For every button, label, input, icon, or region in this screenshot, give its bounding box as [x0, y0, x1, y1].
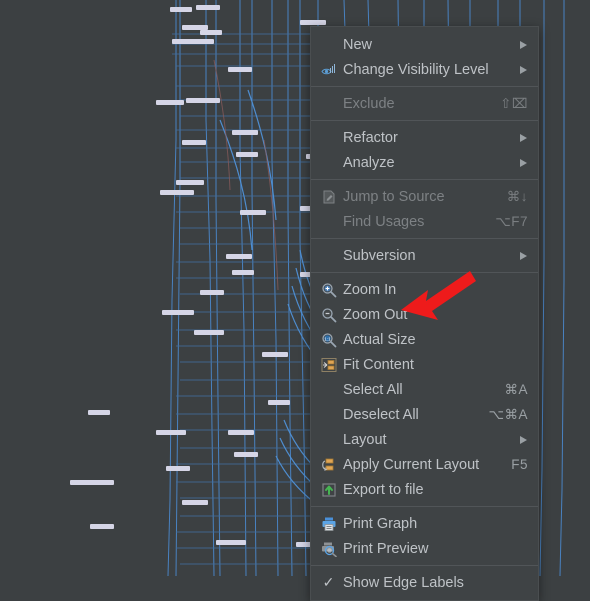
- menu-item-label: Find Usages: [343, 213, 425, 230]
- document-edit-icon: [319, 189, 338, 205]
- menu-item-label: New: [343, 36, 373, 53]
- icon-placeholder: [319, 130, 338, 146]
- icon-placeholder: [319, 37, 338, 53]
- menu-item-print-preview[interactable]: Print Preview: [311, 536, 538, 561]
- menu-item-label: Subversion: [343, 247, 416, 264]
- icon-placeholder: [319, 248, 338, 264]
- menu-item-jump-to-source: Jump to Source ⌘↓: [311, 184, 538, 209]
- zoom-in-icon: [319, 282, 338, 298]
- menu-separator: [311, 565, 538, 566]
- menu-item-zoom-out[interactable]: Zoom Out: [311, 302, 538, 327]
- menu-item-deselect-all[interactable]: Deselect All ⌥⌘A: [311, 402, 538, 427]
- menu-item-label: Exclude: [343, 95, 395, 112]
- icon-placeholder: [319, 382, 338, 398]
- menu-item-layout[interactable]: Layout: [311, 427, 538, 452]
- export-icon: [319, 482, 338, 498]
- actual-size-icon: 1:1: [319, 332, 338, 348]
- menu-item-apply-current-layout[interactable]: Apply Current Layout F5: [311, 452, 538, 477]
- menu-item-shortcut: ⇧⌧: [500, 95, 528, 111]
- menu-item-print-graph[interactable]: Print Graph: [311, 511, 538, 536]
- icon-placeholder: [319, 155, 338, 171]
- icon-placeholder: [319, 96, 338, 112]
- menu-item-label: Jump to Source: [343, 188, 445, 205]
- menu-item-label: Print Preview: [343, 540, 429, 557]
- submenu-chevron-right-icon: [519, 40, 528, 50]
- menu-item-refactor[interactable]: Refactor: [311, 125, 538, 150]
- menu-item-label: Deselect All: [343, 406, 419, 423]
- menu-item-analyze[interactable]: Analyze: [311, 150, 538, 175]
- menu-item-select-all[interactable]: Select All ⌘A: [311, 377, 538, 402]
- icon-placeholder: [319, 214, 338, 230]
- menu-separator: [311, 120, 538, 121]
- menu-item-label: Show Edge Labels: [343, 574, 464, 591]
- submenu-chevron-right-icon: [519, 251, 528, 261]
- menu-item-label: Print Graph: [343, 515, 418, 532]
- menu-item-new[interactable]: New: [311, 32, 538, 57]
- svg-text:1:1: 1:1: [324, 336, 331, 341]
- icon-placeholder: [319, 432, 338, 448]
- menu-item-subversion[interactable]: Subversion: [311, 243, 538, 268]
- menu-item-label: Fit Content: [343, 356, 414, 373]
- menu-item-label: Refactor: [343, 129, 398, 146]
- menu-item-shortcut: ⌘A: [504, 381, 528, 397]
- eye-icon: [319, 62, 338, 78]
- menu-separator: [311, 506, 538, 507]
- menu-item-export-to-file[interactable]: Export to file: [311, 477, 538, 502]
- menu-item-label: Zoom Out: [343, 306, 408, 323]
- menu-separator: [311, 272, 538, 273]
- menu-item-exclude: Exclude ⇧⌧: [311, 91, 538, 116]
- menu-item-label: Change Visibility Level: [343, 61, 489, 78]
- menu-item-label: Layout: [343, 431, 387, 448]
- menu-item-find-usages: Find Usages ⌥F7: [311, 209, 538, 234]
- menu-item-label: Apply Current Layout: [343, 456, 480, 473]
- menu-separator: [311, 86, 538, 87]
- menu-item-fit-content[interactable]: Fit Content: [311, 352, 538, 377]
- menu-item-label: Select All: [343, 381, 403, 398]
- menu-item-label: Export to file: [343, 481, 424, 498]
- menu-item-actual-size[interactable]: 1:1 Actual Size: [311, 327, 538, 352]
- menu-separator: [311, 238, 538, 239]
- zoom-out-icon: [319, 307, 338, 323]
- print-preview-icon: [319, 541, 338, 557]
- menu-item-change-visibility-level[interactable]: Change Visibility Level: [311, 57, 538, 82]
- menu-item-shortcut: ⌘↓: [506, 188, 528, 204]
- fit-content-icon: [319, 357, 338, 373]
- menu-separator: [311, 179, 538, 180]
- menu-item-label: Zoom In: [343, 281, 397, 298]
- apply-layout-icon: [319, 457, 338, 473]
- graph-context-menu[interactable]: New Change Visibility Level Exclude ⇧⌧ Refac…: [310, 26, 539, 601]
- menu-item-show-edge-labels[interactable]: ✓ Show Edge Labels: [311, 570, 538, 595]
- menu-item-label: Analyze: [343, 154, 395, 171]
- menu-item-shortcut: F5: [511, 457, 528, 472]
- icon-placeholder: [319, 407, 338, 423]
- submenu-chevron-right-icon: [519, 435, 528, 445]
- menu-item-shortcut: ⌥⌘A: [488, 406, 528, 422]
- checkmark-icon: ✓: [322, 574, 335, 590]
- submenu-chevron-right-icon: [519, 133, 528, 143]
- printer-icon: [319, 516, 338, 532]
- submenu-chevron-right-icon: [519, 158, 528, 168]
- menu-item-shortcut: ⌥F7: [495, 213, 528, 229]
- submenu-chevron-right-icon: [519, 65, 528, 75]
- menu-item-zoom-in[interactable]: Zoom In: [311, 277, 538, 302]
- menu-item-label: Actual Size: [343, 331, 416, 348]
